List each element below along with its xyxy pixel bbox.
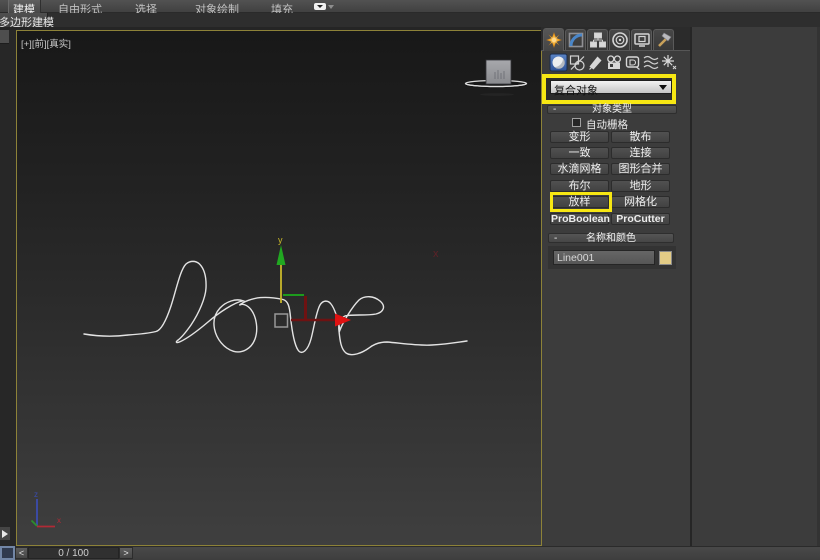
svg-text:z: z — [34, 490, 38, 499]
svg-text:x: x — [57, 516, 61, 525]
svg-text:x: x — [433, 248, 439, 260]
svg-text:y: y — [278, 235, 283, 245]
